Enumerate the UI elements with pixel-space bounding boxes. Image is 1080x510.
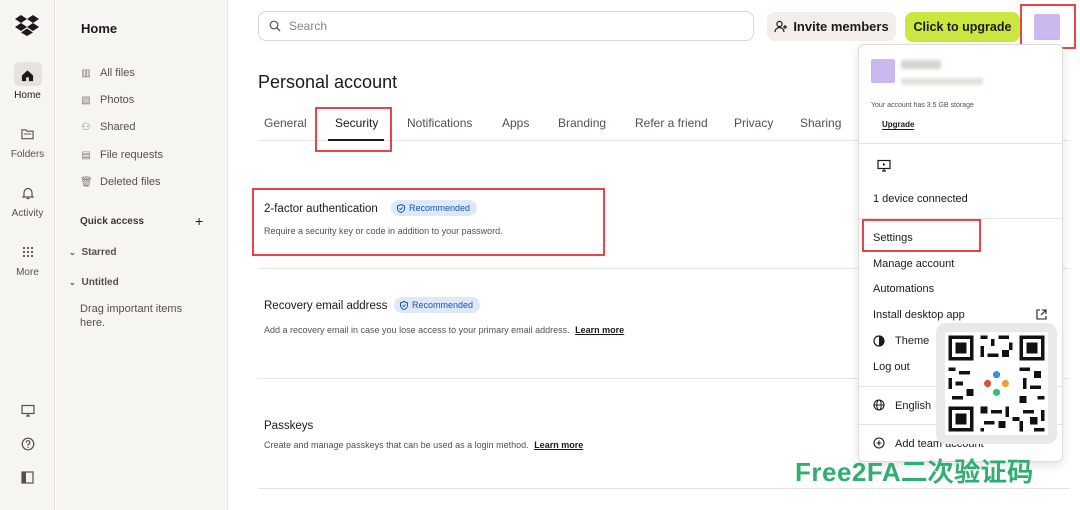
- panel-icon[interactable]: [0, 471, 55, 487]
- sidebar-item-file-requests[interactable]: ▤ File requests: [80, 149, 163, 161]
- tab-apps[interactable]: Apps: [502, 116, 529, 130]
- shared-icon: ⚇: [81, 121, 91, 133]
- search-bar[interactable]: [258, 11, 754, 41]
- invite-members-label: Invite members: [793, 19, 889, 34]
- page-title: Personal account: [258, 72, 398, 92]
- files-icon: ▥: [81, 67, 91, 79]
- sidebar-item-shared[interactable]: ⚇ Shared: [80, 121, 136, 133]
- passkeys-title[interactable]: Passkeys: [264, 420, 313, 432]
- search-input[interactable]: [289, 19, 729, 33]
- rail-label-more: More: [16, 267, 39, 278]
- highlight-2fa-box: [252, 188, 605, 256]
- tab-sharing[interactable]: Sharing: [800, 116, 841, 130]
- home-icon: [13, 62, 42, 86]
- learn-more-link[interactable]: Learn more: [575, 325, 624, 335]
- menu-separator: [859, 143, 1062, 144]
- invite-members-button[interactable]: Invite members: [767, 12, 896, 41]
- add-circle-icon: [873, 437, 885, 452]
- rail-label-folders: Folders: [10, 149, 45, 160]
- menu-item-install-desktop-app[interactable]: Install desktop app: [873, 309, 965, 321]
- folder-icon: [14, 121, 42, 145]
- menu-upgrade-link[interactable]: Upgrade: [882, 120, 915, 130]
- sidebar-item-label: Deleted files: [100, 176, 161, 188]
- help-icon[interactable]: [0, 437, 55, 454]
- devices-connected[interactable]: 1 device connected: [873, 193, 968, 205]
- drag-hint: Drag important items here.: [80, 303, 183, 329]
- bell-icon: [14, 180, 42, 204]
- tab-privacy[interactable]: Privacy: [734, 116, 773, 130]
- untitled-section[interactable]: ⌄ Untitled: [69, 277, 119, 288]
- untitled-label: Untitled: [81, 277, 119, 288]
- tab-notifications[interactable]: Notifications: [407, 116, 472, 130]
- badge-label: Recommended: [412, 300, 474, 310]
- rail-item-home[interactable]: Home: [0, 62, 55, 101]
- theme-icon: [873, 335, 885, 350]
- grid-icon: [14, 239, 42, 263]
- blurred-name: [901, 60, 941, 69]
- add-quick-access-icon[interactable]: +: [195, 213, 203, 229]
- menu-item-automations[interactable]: Automations: [873, 283, 934, 295]
- menu-avatar: [871, 59, 895, 83]
- device-icon[interactable]: [0, 404, 55, 420]
- sidebar-item-label: Shared: [100, 121, 136, 133]
- language-selector[interactable]: English: [895, 400, 931, 412]
- rail-item-folders[interactable]: Folders: [0, 121, 55, 160]
- quick-access-heading: Quick access: [80, 216, 144, 227]
- recovery-email-title[interactable]: Recovery email address: [264, 300, 387, 312]
- chevron-down-icon: ⌄: [69, 248, 76, 257]
- passkeys-description: Create and manage passkeys that can be u…: [264, 440, 583, 450]
- dropbox-logo-icon[interactable]: [15, 14, 39, 36]
- recommended-badge: Recommended: [394, 297, 481, 313]
- storage-text: Your account has 3.5 GB storage: [871, 102, 974, 109]
- starred-section[interactable]: ⌄ Starred: [69, 247, 117, 258]
- menu-item-manage-account[interactable]: Manage account: [873, 258, 954, 270]
- passkeys-desc-text: Create and manage passkeys that can be u…: [264, 440, 529, 450]
- sidebar-item-all-files[interactable]: ▥ All files: [80, 67, 135, 79]
- globe-icon: [873, 399, 885, 414]
- app-window: Home Folders Activity More Home ▥ All fi…: [0, 0, 1080, 510]
- sidebar-item-label: All files: [100, 67, 135, 79]
- blurred-email: [901, 78, 983, 85]
- tab-refer-a-friend[interactable]: Refer a friend: [635, 116, 708, 130]
- shield-icon: [400, 300, 408, 310]
- watermark-text: Free2FA二次验证码: [795, 457, 1034, 487]
- sidebar-item-label: File requests: [100, 149, 163, 161]
- external-link-icon: [1036, 309, 1047, 323]
- tab-branding[interactable]: Branding: [558, 116, 606, 130]
- sidebar-item-photos[interactable]: ▧ Photos: [80, 94, 134, 106]
- chevron-down-icon: ⌄: [69, 278, 76, 287]
- sidebar-title: Home: [81, 21, 118, 36]
- rail-label-home: Home: [14, 90, 41, 101]
- upgrade-label: Click to upgrade: [913, 20, 1012, 34]
- search-icon: [269, 20, 281, 32]
- rail-item-more[interactable]: More: [0, 239, 55, 278]
- sidebar-item-deleted-files[interactable]: 🗑 Deleted files: [80, 176, 161, 188]
- request-icon: ▤: [81, 149, 91, 161]
- menu-item-theme[interactable]: Theme: [895, 335, 929, 347]
- learn-more-link[interactable]: Learn more: [534, 440, 583, 450]
- upgrade-button[interactable]: Click to upgrade: [905, 12, 1020, 42]
- tab-general[interactable]: General: [264, 116, 307, 130]
- sidebar-item-label: Photos: [100, 94, 135, 106]
- rail-item-activity[interactable]: Activity: [0, 180, 55, 219]
- recovery-email-desc-text: Add a recovery email in case you lose ac…: [264, 325, 570, 335]
- rail-label-activity: Activity: [11, 208, 44, 219]
- highlight-settings-box: [862, 219, 981, 252]
- add-person-icon: [774, 20, 788, 33]
- trash-icon: 🗑: [80, 176, 93, 188]
- menu-item-log-out[interactable]: Log out: [873, 361, 910, 373]
- nav-rail: Home Folders Activity More: [0, 0, 55, 510]
- starred-label: Starred: [81, 247, 117, 258]
- highlight-avatar-box: [1020, 4, 1076, 49]
- photo-icon: ▧: [81, 94, 91, 106]
- qr-code-icon: [945, 332, 1048, 435]
- highlight-security-tab-box: [315, 107, 392, 152]
- recovery-email-description: Add a recovery email in case you lose ac…: [264, 325, 624, 335]
- desktop-icon: [877, 159, 891, 175]
